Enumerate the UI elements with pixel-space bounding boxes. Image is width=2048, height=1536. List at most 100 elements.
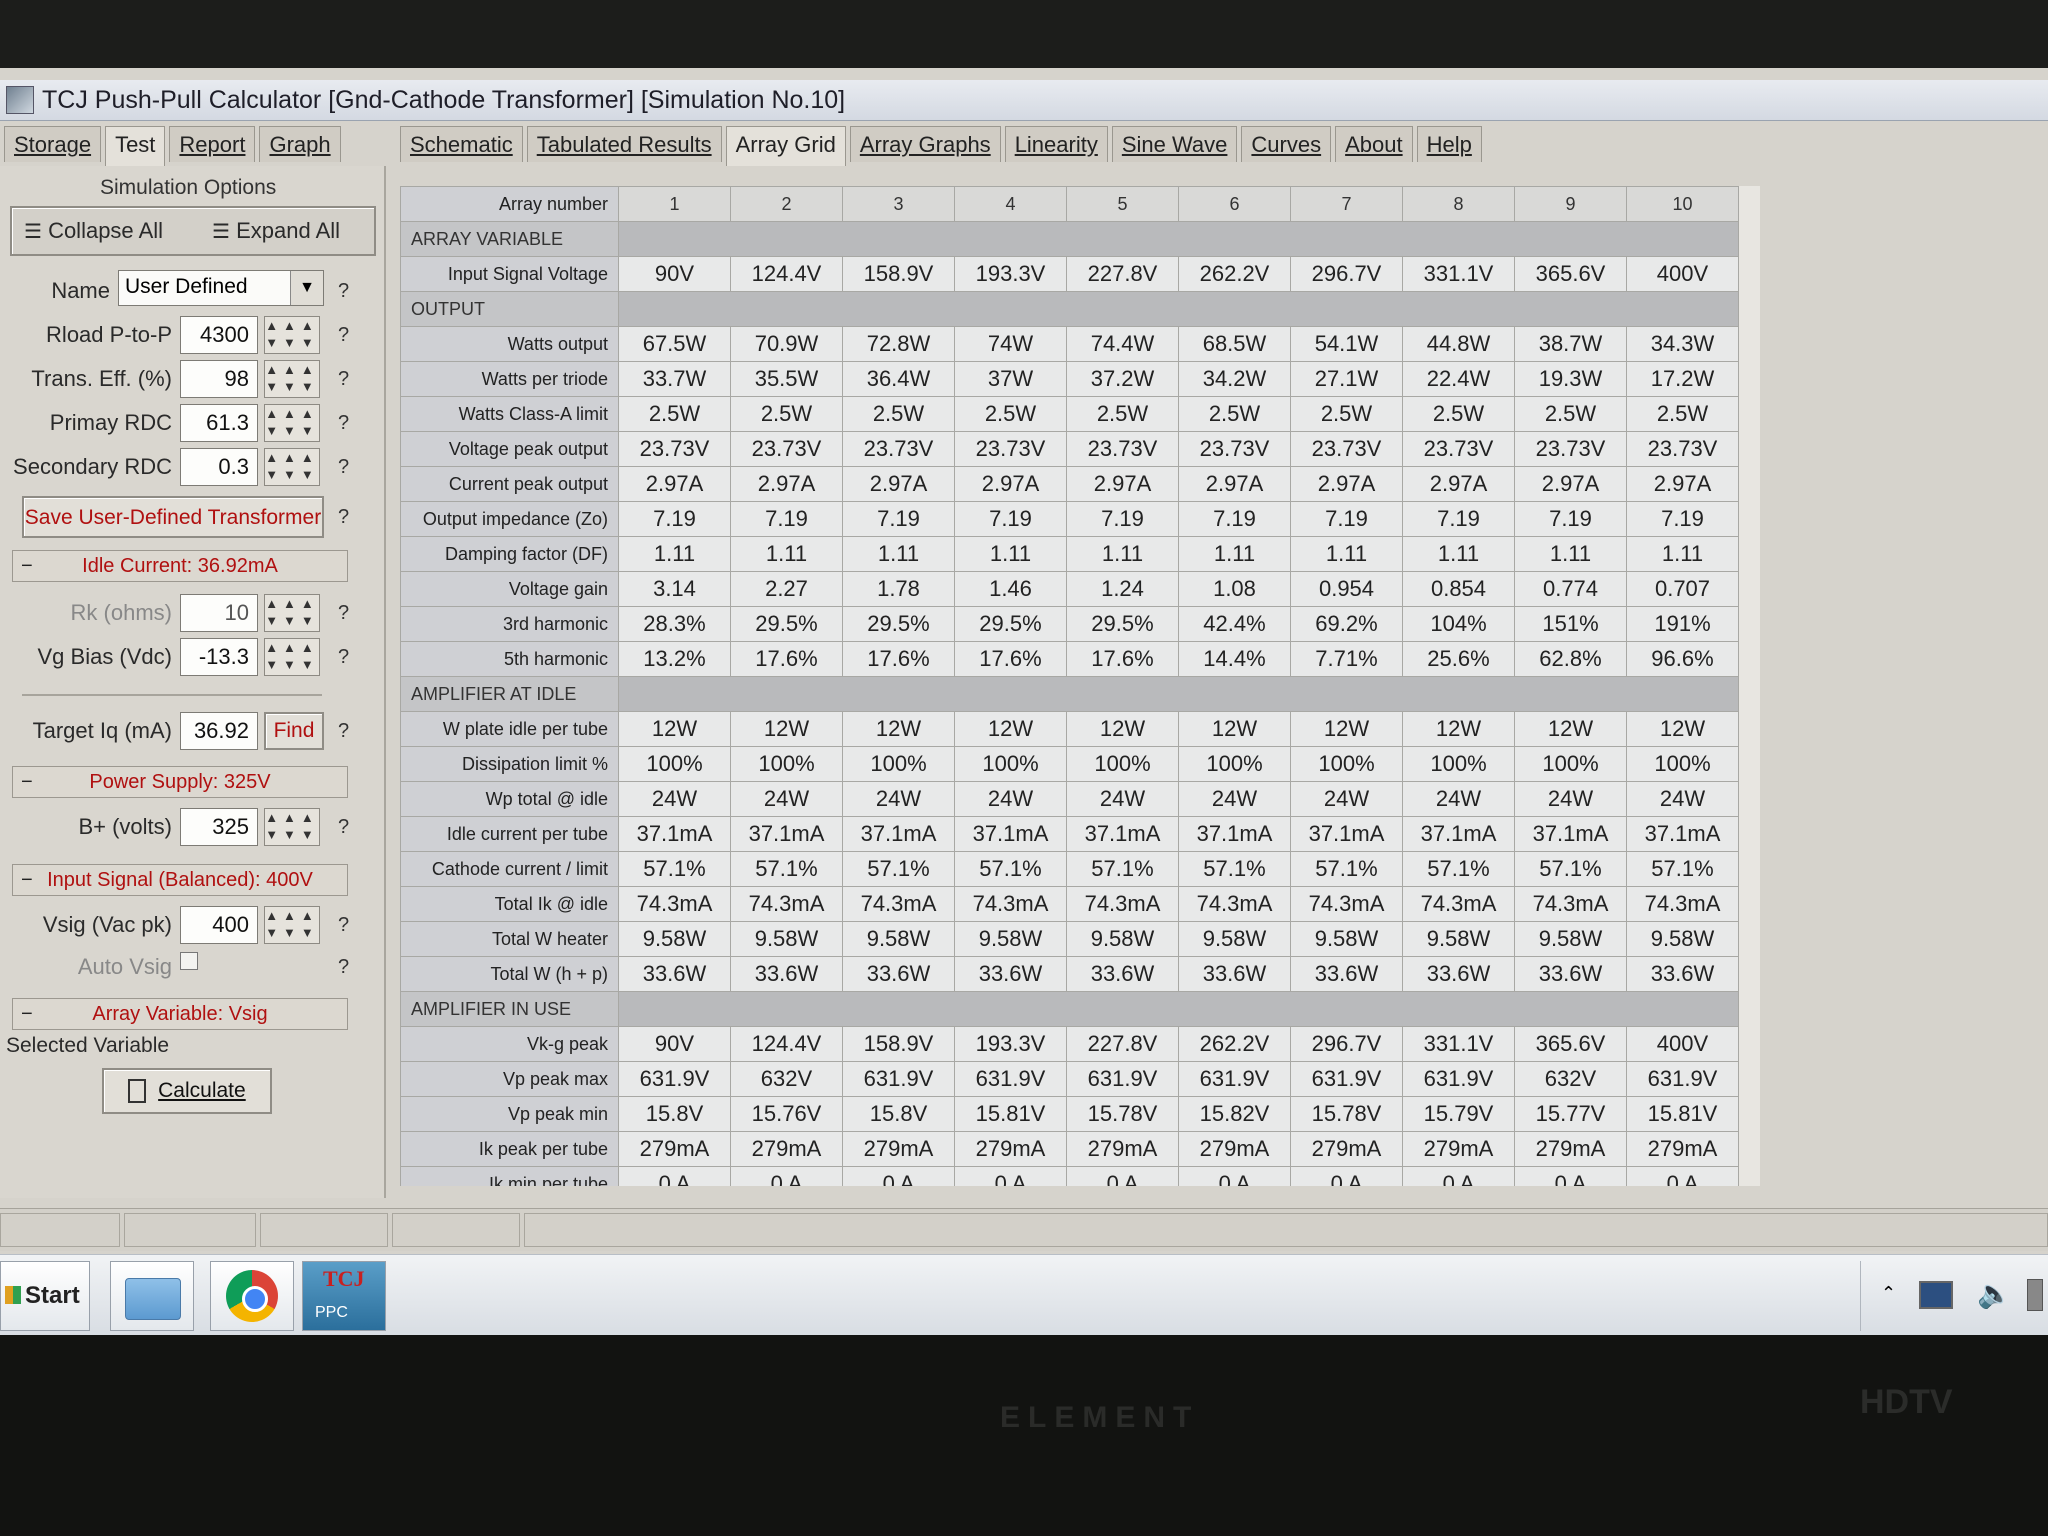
grid-cell[interactable]: 0 A: [730, 1166, 843, 1186]
grid-cell[interactable]: 33.6W: [618, 956, 731, 992]
grid-cell[interactable]: 57.1%: [618, 851, 731, 887]
grid-cell[interactable]: 12W: [954, 711, 1067, 747]
rk-stepper[interactable]: ▲▲▲ ▼▼▼: [264, 594, 320, 632]
grid-cell[interactable]: 279mA: [730, 1131, 843, 1167]
vg-bias-stepper[interactable]: ▲▲▲ ▼▼▼: [264, 638, 320, 676]
grid-cell[interactable]: 100%: [1514, 746, 1627, 782]
grid-cell[interactable]: 9.58W: [954, 921, 1067, 957]
grid-cell[interactable]: 12W: [1178, 711, 1291, 747]
bplus-field[interactable]: 325: [180, 808, 258, 846]
chevron-down-icon[interactable]: ▼: [290, 271, 323, 305]
column-header[interactable]: 5: [1066, 186, 1179, 222]
grid-cell[interactable]: 44.8W: [1402, 326, 1515, 362]
grid-cell[interactable]: 1.11: [1402, 536, 1515, 572]
grid-cell[interactable]: 42.4%: [1178, 606, 1291, 642]
grid-cell[interactable]: 9.58W: [1066, 921, 1179, 957]
grid-cell[interactable]: 74.3mA: [1626, 886, 1739, 922]
grid-cell[interactable]: 57.1%: [1066, 851, 1179, 887]
grid-cell[interactable]: 227.8V: [1066, 1026, 1179, 1062]
grid-cell[interactable]: 13.2%: [618, 641, 731, 677]
grid-cell[interactable]: 1.11: [1066, 536, 1179, 572]
grid-cell[interactable]: 631.9V: [1290, 1061, 1403, 1097]
grid-cell[interactable]: 7.19: [1402, 501, 1515, 537]
grid-cell[interactable]: 74.3mA: [1514, 886, 1627, 922]
grid-cell[interactable]: 33.7W: [618, 361, 731, 397]
help-question[interactable]: ?: [338, 646, 349, 669]
grid-cell[interactable]: 279mA: [1514, 1131, 1627, 1167]
grid-cell[interactable]: 74.3mA: [842, 886, 955, 922]
grid-cell[interactable]: 2.97A: [1290, 466, 1403, 502]
grid-cell[interactable]: 2.5W: [1626, 396, 1739, 432]
grid-cell[interactable]: 24W: [1514, 781, 1627, 817]
grid-cell[interactable]: 2.5W: [842, 396, 955, 432]
grid-cell[interactable]: 35.5W: [730, 361, 843, 397]
secondary-rdc-stepper[interactable]: ▲▲▲ ▼▼▼: [264, 448, 320, 486]
grid-cell[interactable]: 23.73V: [1066, 431, 1179, 467]
grid-cell[interactable]: 279mA: [1178, 1131, 1291, 1167]
grid-cell[interactable]: 2.97A: [618, 466, 731, 502]
grid-cell[interactable]: 193.3V: [954, 256, 1067, 292]
tab-array-graphs[interactable]: Array Graphs: [849, 126, 1001, 162]
grid-cell[interactable]: 29.5%: [842, 606, 955, 642]
grid-cell[interactable]: 23.73V: [1626, 431, 1739, 467]
grid-cell[interactable]: 100%: [1066, 746, 1179, 782]
grid-cell[interactable]: 33.6W: [842, 956, 955, 992]
column-header[interactable]: 9: [1514, 186, 1627, 222]
grid-cell[interactable]: 57.1%: [1514, 851, 1627, 887]
speaker-icon[interactable]: 🔈: [1977, 1277, 2012, 1310]
grid-cell[interactable]: 72.8W: [842, 326, 955, 362]
grid-cell[interactable]: 100%: [730, 746, 843, 782]
grid-cell[interactable]: 24W: [954, 781, 1067, 817]
start-button[interactable]: Start: [0, 1261, 90, 1331]
rk-field[interactable]: 10: [180, 594, 258, 632]
grid-cell[interactable]: 17.6%: [842, 641, 955, 677]
grid-cell[interactable]: 331.1V: [1402, 256, 1515, 292]
grid-cell[interactable]: 2.5W: [1178, 396, 1291, 432]
grid-cell[interactable]: 2.5W: [730, 396, 843, 432]
grid-cell[interactable]: 57.1%: [730, 851, 843, 887]
grid-cell[interactable]: 67.5W: [618, 326, 731, 362]
grid-cell[interactable]: 0.954: [1290, 571, 1403, 607]
grid-cell[interactable]: 296.7V: [1290, 256, 1403, 292]
grid-cell[interactable]: 23.73V: [954, 431, 1067, 467]
grid-cell[interactable]: 1.11: [1290, 536, 1403, 572]
grid-cell[interactable]: 9.58W: [1178, 921, 1291, 957]
grid-cell[interactable]: 1.11: [1178, 536, 1291, 572]
column-header[interactable]: 2: [730, 186, 843, 222]
grid-cell[interactable]: 12W: [1066, 711, 1179, 747]
grid-cell[interactable]: 331.1V: [1402, 1026, 1515, 1062]
grid-cell[interactable]: 54.1W: [1290, 326, 1403, 362]
array-variable-section[interactable]: − Array Variable: Vsig: [12, 998, 348, 1030]
grid-cell[interactable]: 631.9V: [954, 1061, 1067, 1097]
grid-cell[interactable]: 24W: [1290, 781, 1403, 817]
grid-cell[interactable]: 15.81V: [954, 1096, 1067, 1132]
grid-cell[interactable]: 1.11: [954, 536, 1067, 572]
grid-cell[interactable]: 74.4W: [1066, 326, 1179, 362]
grid-cell[interactable]: 17.2W: [1626, 361, 1739, 397]
grid-cell[interactable]: 37.1mA: [1290, 816, 1403, 852]
grid-cell[interactable]: 15.76V: [730, 1096, 843, 1132]
grid-cell[interactable]: 12W: [730, 711, 843, 747]
column-header[interactable]: 7: [1290, 186, 1403, 222]
grid-cell[interactable]: 158.9V: [842, 256, 955, 292]
grid-cell[interactable]: 74.3mA: [954, 886, 1067, 922]
input-signal-section[interactable]: − Input Signal (Balanced): 400V: [12, 864, 348, 896]
grid-cell[interactable]: 2.97A: [1514, 466, 1627, 502]
grid-cell[interactable]: 7.19: [1626, 501, 1739, 537]
bplus-stepper[interactable]: ▲▲▲ ▼▼▼: [264, 808, 320, 846]
grid-cell[interactable]: 1.11: [618, 536, 731, 572]
grid-cell[interactable]: 34.2W: [1178, 361, 1291, 397]
tab-test[interactable]: Test: [105, 126, 166, 166]
grid-cell[interactable]: 33.6W: [954, 956, 1067, 992]
grid-cell[interactable]: 33.6W: [1290, 956, 1403, 992]
grid-cell[interactable]: 34.3W: [1626, 326, 1739, 362]
grid-cell[interactable]: 37W: [954, 361, 1067, 397]
grid-cell[interactable]: 279mA: [618, 1131, 731, 1167]
help-question[interactable]: ?: [338, 324, 349, 347]
grid-cell[interactable]: 279mA: [1626, 1131, 1739, 1167]
grid-cell[interactable]: 22.4W: [1402, 361, 1515, 397]
grid-cell[interactable]: 100%: [954, 746, 1067, 782]
grid-cell[interactable]: 28.3%: [618, 606, 731, 642]
grid-cell[interactable]: 9.58W: [618, 921, 731, 957]
grid-cell[interactable]: 23.73V: [1514, 431, 1627, 467]
